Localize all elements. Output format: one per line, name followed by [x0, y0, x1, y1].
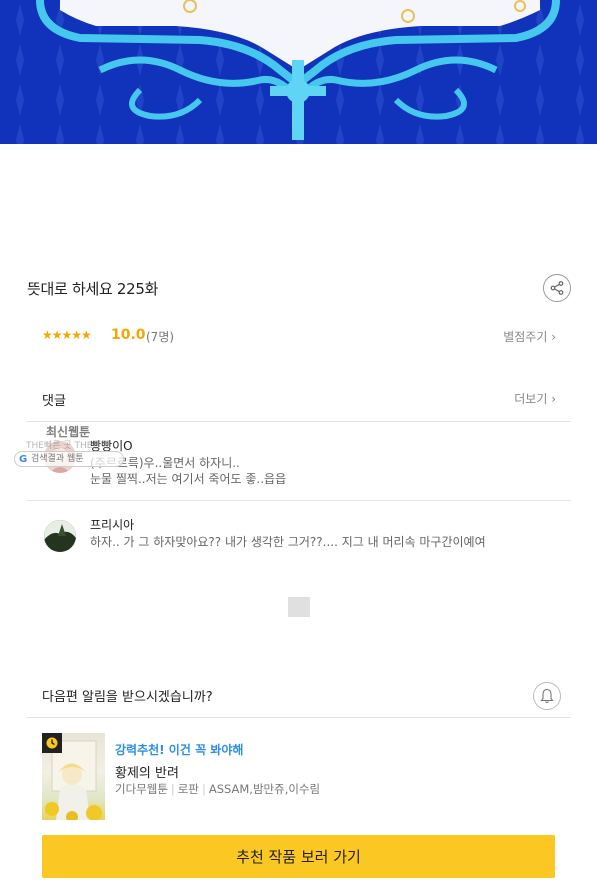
- comment-text-line: 하자.. 가 그 하자맞아요?? 내가 생각한 그거??.... 지그 내 머리…: [90, 535, 486, 549]
- wait-free-clock-icon: [42, 733, 62, 753]
- comment-text: (주르르륵)우..울면서 하자니.. 눈물 찔찍..저는 여기서 죽어도 좋..…: [90, 455, 560, 487]
- go-to-recommended-button[interactable]: 추천 작품 보러 가기: [42, 835, 555, 878]
- notify-bell-button[interactable]: [533, 682, 561, 710]
- meta-genre: 로판: [177, 782, 199, 796]
- comment-text-line: 눈물 찔찍..저는 여기서 죽어도 좋..읍읍: [90, 472, 287, 486]
- overlay-search-pill[interactable]: G 검색결과 웹툰: [14, 451, 124, 467]
- meta-category: 기다무웹툰: [115, 782, 168, 796]
- recommended-meta: 기다무웹툰 | 로판 | ASSAM,밤만쥬,이수림: [115, 782, 321, 796]
- comments-header: 댓글 더보기 ›: [27, 384, 571, 422]
- episode-banner-image: [0, 0, 597, 144]
- rating-score: 10.0: [111, 327, 146, 343]
- comment-item: 프리시아 하자.. 가 그 하자맞아요?? 내가 생각한 그거??.... 지그…: [27, 502, 571, 572]
- share-icon: [550, 281, 564, 295]
- image-placeholder-icon: [288, 597, 310, 617]
- next-episode-notify-row: 다음편 알림을 받으시겠습니까?: [27, 676, 571, 718]
- google-icon: G: [19, 454, 28, 465]
- notify-question: 다음편 알림을 받으시겠습니까?: [42, 690, 213, 705]
- latest-webtoon-overlay[interactable]: 최신웹툰 THE빠른 곳 THE편해 G 검색결과 웹툰: [14, 423, 154, 469]
- avatar: [44, 520, 76, 552]
- comment-author: 프리시아: [90, 518, 135, 532]
- rating-count: (7명): [146, 330, 175, 344]
- episode-title: 뜻대로 하세요 225화: [27, 280, 159, 298]
- recommended-work-card[interactable]: 강력추천! 이건 꼭 봐야해 황제의 반려 기다무웹툰 | 로판 | ASSAM,밤만쥬…: [42, 733, 556, 821]
- episode-title-row: 뜻대로 하세요 225화: [27, 272, 571, 304]
- overlay-subtitle: THE빠른 곳 THE편해: [26, 441, 110, 451]
- overlay-pill-text: 검색결과 웹툰: [31, 454, 84, 464]
- comments-title: 댓글: [42, 394, 66, 409]
- recommended-thumbnail[interactable]: [42, 733, 105, 820]
- rate-button[interactable]: 별점주기 ›: [503, 328, 556, 345]
- recommended-title: 황제의 반려: [115, 766, 179, 781]
- comments-more-link[interactable]: 더보기 ›: [514, 390, 556, 407]
- rating-row: ★★★★★ 10.0 (7명) 별점주기 ›: [42, 326, 556, 348]
- recommend-tag: 강력추천! 이건 꼭 봐야해: [115, 743, 244, 757]
- comment-text: 하자.. 가 그 하자맞아요?? 내가 생각한 그거??.... 지그 내 머리…: [90, 534, 560, 550]
- meta-authors: ASSAM,밤만쥬,이수림: [208, 782, 321, 796]
- share-button[interactable]: [543, 274, 571, 302]
- comment-text-line: (주르르륵)우..울면서 하자니..: [90, 456, 240, 470]
- bell-icon: [540, 688, 554, 704]
- star-rating-icon: ★★★★★: [42, 328, 92, 342]
